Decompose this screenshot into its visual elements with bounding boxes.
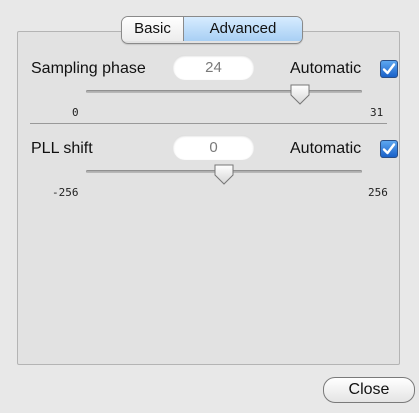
- sampling-phase-automatic-checkbox[interactable]: [380, 60, 398, 78]
- pll-shift-automatic-label: Automatic: [290, 140, 362, 157]
- pll-shift-min-label: -256: [52, 186, 79, 199]
- checkmark-icon: [382, 143, 396, 155]
- sampling-phase-min-label: 0: [72, 106, 79, 119]
- sampling-phase-slider-thumb[interactable]: [289, 83, 311, 105]
- sampling-phase-label: Sampling phase: [31, 60, 146, 77]
- tab-basic[interactable]: Basic: [122, 17, 184, 41]
- sampling-phase-value-field[interactable]: 24: [173, 55, 254, 80]
- pll-shift-value-field[interactable]: 0: [173, 135, 254, 160]
- view-mode-segmented-control: Basic Advanced: [121, 16, 303, 44]
- pll-shift-slider-thumb[interactable]: [213, 163, 235, 185]
- pll-shift-automatic-checkbox[interactable]: [380, 140, 398, 158]
- pll-shift-label: PLL shift: [31, 140, 93, 157]
- tab-advanced[interactable]: Advanced: [184, 17, 302, 41]
- checkmark-icon: [382, 63, 396, 75]
- sampling-phase-slider-track[interactable]: [86, 90, 362, 93]
- sampling-phase-automatic-label: Automatic: [290, 60, 362, 77]
- sampling-phase-max-label: 31: [370, 106, 384, 119]
- section-divider: [30, 123, 387, 124]
- pll-shift-max-label: 256: [368, 186, 388, 199]
- close-button[interactable]: Close: [323, 377, 415, 403]
